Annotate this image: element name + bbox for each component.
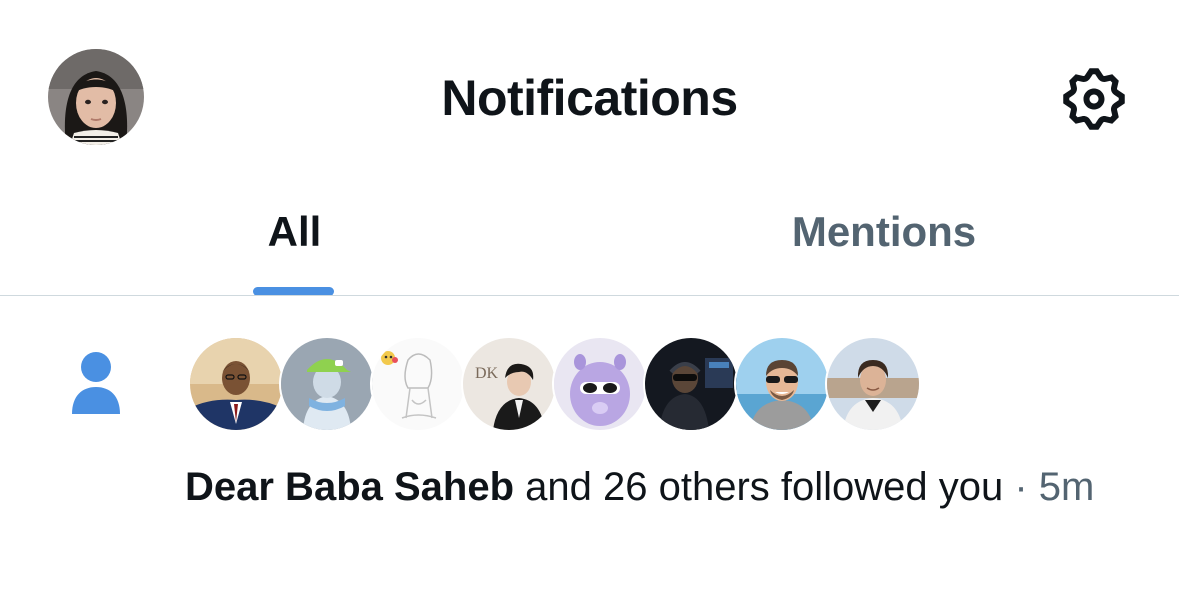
- follower-avatar[interactable]: [188, 336, 284, 432]
- gear-icon: [1063, 68, 1125, 130]
- follower-avatar[interactable]: [734, 336, 830, 432]
- person-icon: [68, 352, 124, 416]
- follower-name-link[interactable]: Dear Baba Saheb: [185, 465, 514, 509]
- svg-text:DK: DK: [475, 365, 499, 382]
- follower-avatar[interactable]: [643, 336, 739, 432]
- tabs-divider: [0, 295, 1179, 296]
- tab-all[interactable]: All: [0, 200, 589, 296]
- tab-mentions-label: Mentions: [791, 208, 977, 255]
- follower-avatar[interactable]: DK: [461, 336, 557, 432]
- notification-action: and 26 others followed you: [514, 465, 1004, 509]
- follower-avatar[interactable]: [370, 336, 466, 432]
- follower-avatar[interactable]: [825, 336, 921, 432]
- notification-separator: ·: [1003, 465, 1039, 509]
- notification-text: Dear Baba Saheb and 26 others followed y…: [185, 462, 1145, 512]
- page-title: Notifications: [441, 70, 738, 126]
- follower-avatar[interactable]: [279, 336, 375, 432]
- notifications-page: Notifications All Mentions DK Dear Baba …: [0, 0, 1179, 589]
- follower-avatar[interactable]: [552, 336, 648, 432]
- tab-mentions[interactable]: Mentions: [589, 200, 1179, 296]
- notification-timestamp: 5m: [1038, 465, 1095, 509]
- settings-button[interactable]: [1058, 63, 1130, 135]
- tab-all-label: All: [267, 208, 322, 255]
